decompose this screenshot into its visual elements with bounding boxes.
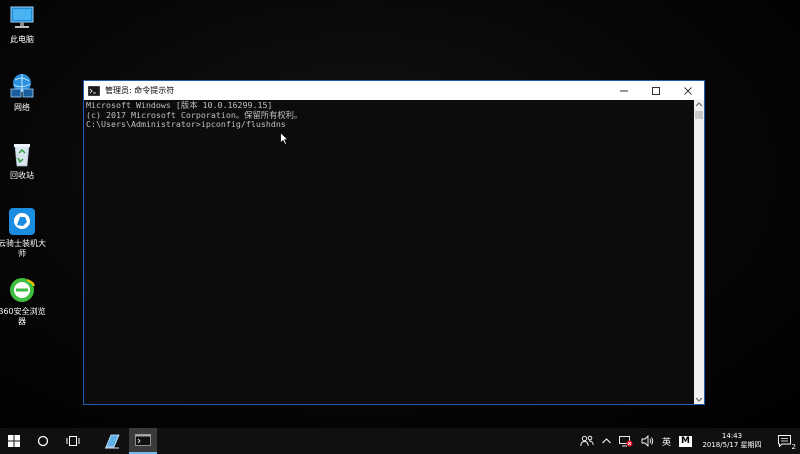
scroll-down-icon[interactable] bbox=[696, 396, 702, 402]
yunqishi-icon bbox=[9, 208, 35, 235]
network-status-button[interactable] bbox=[615, 428, 637, 454]
desktop-icon-label: 云骑士装机大师 bbox=[0, 239, 46, 258]
task-view-icon bbox=[66, 436, 80, 446]
scrollbar-thumb[interactable] bbox=[695, 111, 703, 119]
network-disconnected-icon bbox=[619, 436, 633, 447]
360-browser-icon bbox=[10, 278, 35, 302]
input-language-button[interactable]: 英 bbox=[658, 428, 675, 454]
desktop-icon-label: 此电脑 bbox=[10, 35, 34, 44]
clock-date: 2018/5/17 星期四 bbox=[702, 441, 762, 449]
scroll-up-icon[interactable] bbox=[696, 102, 702, 108]
this-pc-icon bbox=[10, 6, 34, 28]
taskbar-app-cmd[interactable] bbox=[129, 428, 157, 454]
vertical-scrollbar[interactable] bbox=[694, 100, 704, 404]
clock-time: 14:43 bbox=[721, 432, 743, 440]
desktop-icon-label: 回收站 bbox=[10, 171, 34, 180]
title-bar[interactable]: 管理员: 命令提示符 bbox=[84, 81, 704, 100]
maximize-button[interactable] bbox=[640, 81, 672, 100]
chevron-up-icon bbox=[602, 438, 611, 444]
speaker-icon bbox=[641, 435, 654, 447]
taskbar-app-installer[interactable] bbox=[98, 428, 126, 454]
desktop-icon-label: 360安全浏览器 bbox=[0, 307, 46, 326]
console-output[interactable]: Microsoft Windows [版本 10.0.16299.15] (c) … bbox=[84, 100, 694, 404]
ime-mode-button[interactable]: M bbox=[675, 428, 696, 454]
console-command-line: C:\Users\Administrator>ipconfig/flushdns bbox=[86, 119, 286, 129]
mouse-pointer-icon bbox=[280, 132, 289, 145]
cmd-app-icon bbox=[88, 85, 100, 96]
desktop-icon-label: 网络 bbox=[14, 103, 30, 112]
desktop-icon-network[interactable]: 网络 bbox=[0, 72, 44, 113]
system-tray: 英 M 14:43 2018/5/17 星期四 2 bbox=[576, 428, 800, 454]
cmd-app-icon bbox=[135, 434, 151, 446]
volume-button[interactable] bbox=[637, 428, 658, 454]
recycle-bin-icon bbox=[14, 144, 30, 167]
minimize-icon bbox=[620, 90, 628, 91]
notification-count-badge: 2 bbox=[790, 443, 797, 451]
search-button[interactable] bbox=[28, 428, 58, 454]
windows-logo-icon bbox=[8, 435, 20, 447]
people-icon bbox=[580, 435, 594, 447]
minimize-button[interactable] bbox=[608, 81, 640, 100]
desktop-icon-this-pc[interactable]: 此电脑 bbox=[0, 4, 44, 45]
show-hidden-icons-button[interactable] bbox=[598, 428, 615, 454]
close-button[interactable] bbox=[672, 81, 704, 100]
action-center-button[interactable]: 2 bbox=[768, 428, 800, 454]
desktop-icon-recycle-bin[interactable]: 回收站 bbox=[0, 140, 44, 181]
desktop-icon-360-browser[interactable]: 360安全浏览器 bbox=[0, 276, 46, 327]
people-button[interactable] bbox=[576, 428, 598, 454]
installer-app-icon bbox=[105, 434, 120, 449]
notification-icon bbox=[777, 435, 791, 447]
window-title: 管理员: 命令提示符 bbox=[105, 86, 175, 95]
cmd-window[interactable]: 管理员: 命令提示符 Microsoft Windows [版本 10.0.16… bbox=[83, 80, 705, 405]
clock[interactable]: 14:43 2018/5/17 星期四 bbox=[696, 428, 768, 454]
close-icon bbox=[684, 86, 692, 95]
taskbar: 英 M 14:43 2018/5/17 星期四 2 bbox=[0, 428, 800, 454]
desktop: 此电脑 网络 回收站 云骑士装机大师 360安全浏览器 管理员: 命令提示符 M… bbox=[0, 0, 800, 428]
ime-mode-label: M bbox=[679, 435, 692, 447]
maximize-icon bbox=[652, 86, 660, 95]
desktop-icon-yunqishi[interactable]: 云骑士装机大师 bbox=[0, 208, 46, 259]
cortana-search-icon bbox=[37, 435, 49, 447]
network-icon bbox=[10, 74, 34, 98]
start-button[interactable] bbox=[0, 428, 28, 454]
task-view-button[interactable] bbox=[58, 428, 88, 454]
